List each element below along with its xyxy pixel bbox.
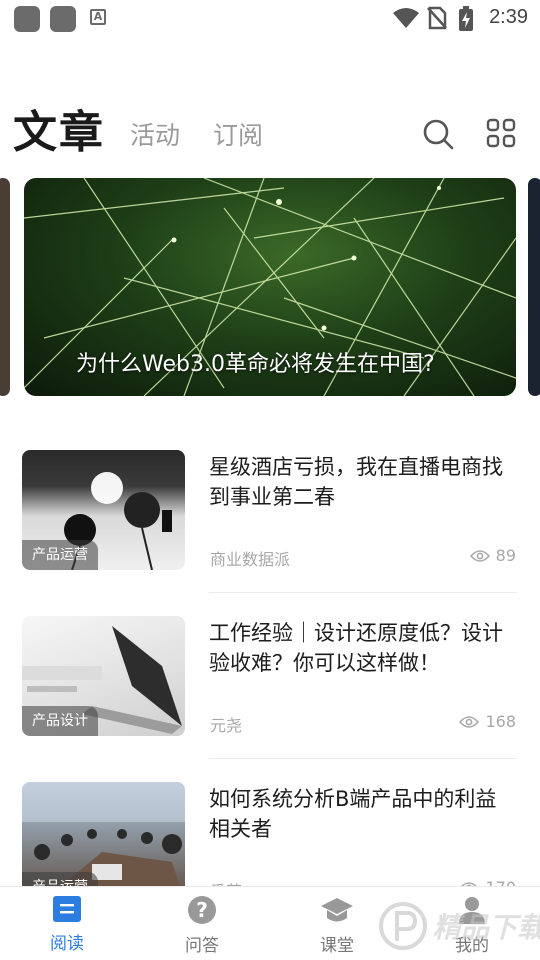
banner-card[interactable]: 为什么Web3.0革命必将发生在中国? — [24, 178, 516, 396]
divider — [209, 592, 517, 593]
notification-app-icon — [50, 6, 76, 32]
wifi-icon — [393, 8, 419, 28]
tab-articles[interactable]: 文章 — [13, 96, 105, 160]
nav-classroom-label: 课堂 — [320, 936, 354, 956]
article-thumbnail: 产品运营 — [22, 450, 185, 570]
status-bar: A 2:39 — [0, 0, 540, 36]
eye-icon — [459, 715, 480, 728]
question-icon: ? — [188, 896, 216, 924]
view-count: 168 — [459, 712, 516, 731]
article-author: 元尧 — [210, 716, 243, 735]
graduation-cap-icon — [321, 898, 353, 922]
no-sim-icon — [427, 6, 447, 30]
banner-next-peek[interactable] — [528, 178, 540, 396]
view-count-value: 168 — [485, 712, 516, 731]
status-time: 2:39 — [489, 6, 528, 28]
eye-icon — [469, 549, 490, 562]
list-item[interactable]: 产品设计 工作经验｜设计还原度低？设计验收难？你可以这样做！ 元尧 168 — [0, 596, 540, 746]
view-count: 89 — [469, 546, 516, 565]
banner-carousel[interactable]: 为什么Web3.0革命必将发生在中国? — [0, 178, 540, 398]
article-title[interactable]: 工作经验｜设计还原度低？设计验收难？你可以这样做！ — [209, 618, 514, 678]
view-count-value: 89 — [495, 546, 516, 565]
divider — [209, 758, 517, 759]
article-thumbnail: 产品运营 — [22, 782, 185, 902]
article-title[interactable]: 如何系统分析B端产品中的利益相关者 — [209, 784, 514, 844]
tab-subscriptions[interactable]: 订阅 — [213, 116, 263, 152]
battery-charging-icon — [459, 6, 473, 31]
banner-title: 为什么Web3.0革命必将发生在中国? — [76, 352, 435, 377]
category-tag: 产品运营 — [22, 540, 98, 570]
article-thumbnail: 产品设计 — [22, 616, 185, 736]
category-tag: 产品设计 — [22, 706, 98, 736]
read-icon — [53, 896, 81, 922]
nav-classroom[interactable]: 课堂 — [297, 895, 377, 956]
keyboard-a-icon: A — [90, 9, 106, 25]
watermark-logo: 精品下载 — [379, 902, 540, 950]
nav-qa-label: 问答 — [185, 936, 219, 956]
list-item[interactable]: 产品运营 星级酒店亏损，我在直播电商找到事业第二春 商业数据派 89 — [0, 430, 540, 580]
article-author: 商业数据派 — [210, 550, 291, 569]
banner-prev-peek[interactable] — [0, 178, 10, 396]
watermark-text: 精品下载 — [433, 911, 540, 944]
nav-read-label: 阅读 — [50, 934, 84, 954]
tab-events[interactable]: 活动 — [130, 116, 180, 152]
svg-text:?: ? — [196, 898, 208, 922]
search-icon[interactable] — [422, 118, 454, 150]
article-title[interactable]: 星级酒店亏损，我在直播电商找到事业第二春 — [209, 452, 514, 512]
notification-app-icon — [14, 6, 40, 32]
nav-qa[interactable]: ? 问答 — [162, 895, 242, 956]
nav-read[interactable]: 阅读 — [27, 895, 107, 954]
grid-menu-icon[interactable] — [486, 118, 516, 148]
top-tabs: 文章 活动 订阅 — [0, 92, 540, 162]
